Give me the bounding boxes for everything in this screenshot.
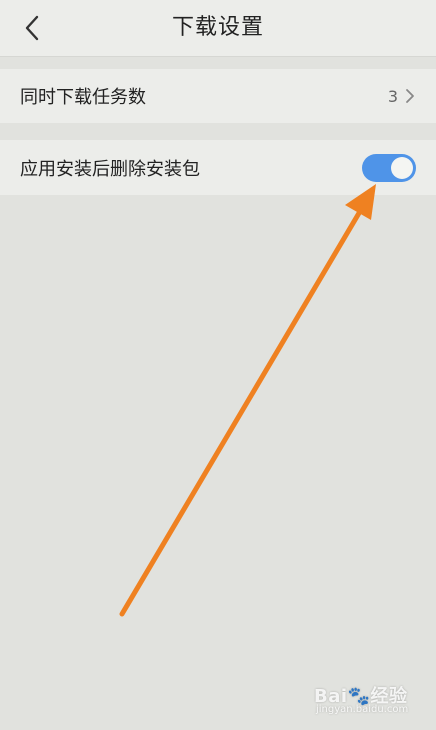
- watermark-url: jingyan.baidu.com: [316, 704, 409, 715]
- setting-label: 应用安装后删除安装包: [20, 158, 200, 180]
- setting-row-delete-package: 应用安装后删除安装包: [0, 140, 436, 195]
- page-title: 下载设置: [171, 15, 264, 40]
- setting-value: 3: [387, 86, 398, 106]
- chevron-right-icon: [404, 87, 416, 105]
- top-bar: 下载设置: [0, 0, 436, 57]
- setting-row-concurrent-downloads[interactable]: 同时下载任务数 3: [0, 69, 436, 123]
- baidu-watermark: Bai🐾经验 jingyan.baidu.com: [314, 682, 410, 722]
- toggle-knob: [391, 156, 413, 179]
- delete-package-toggle[interactable]: [362, 153, 416, 182]
- setting-label: 同时下载任务数: [20, 87, 146, 108]
